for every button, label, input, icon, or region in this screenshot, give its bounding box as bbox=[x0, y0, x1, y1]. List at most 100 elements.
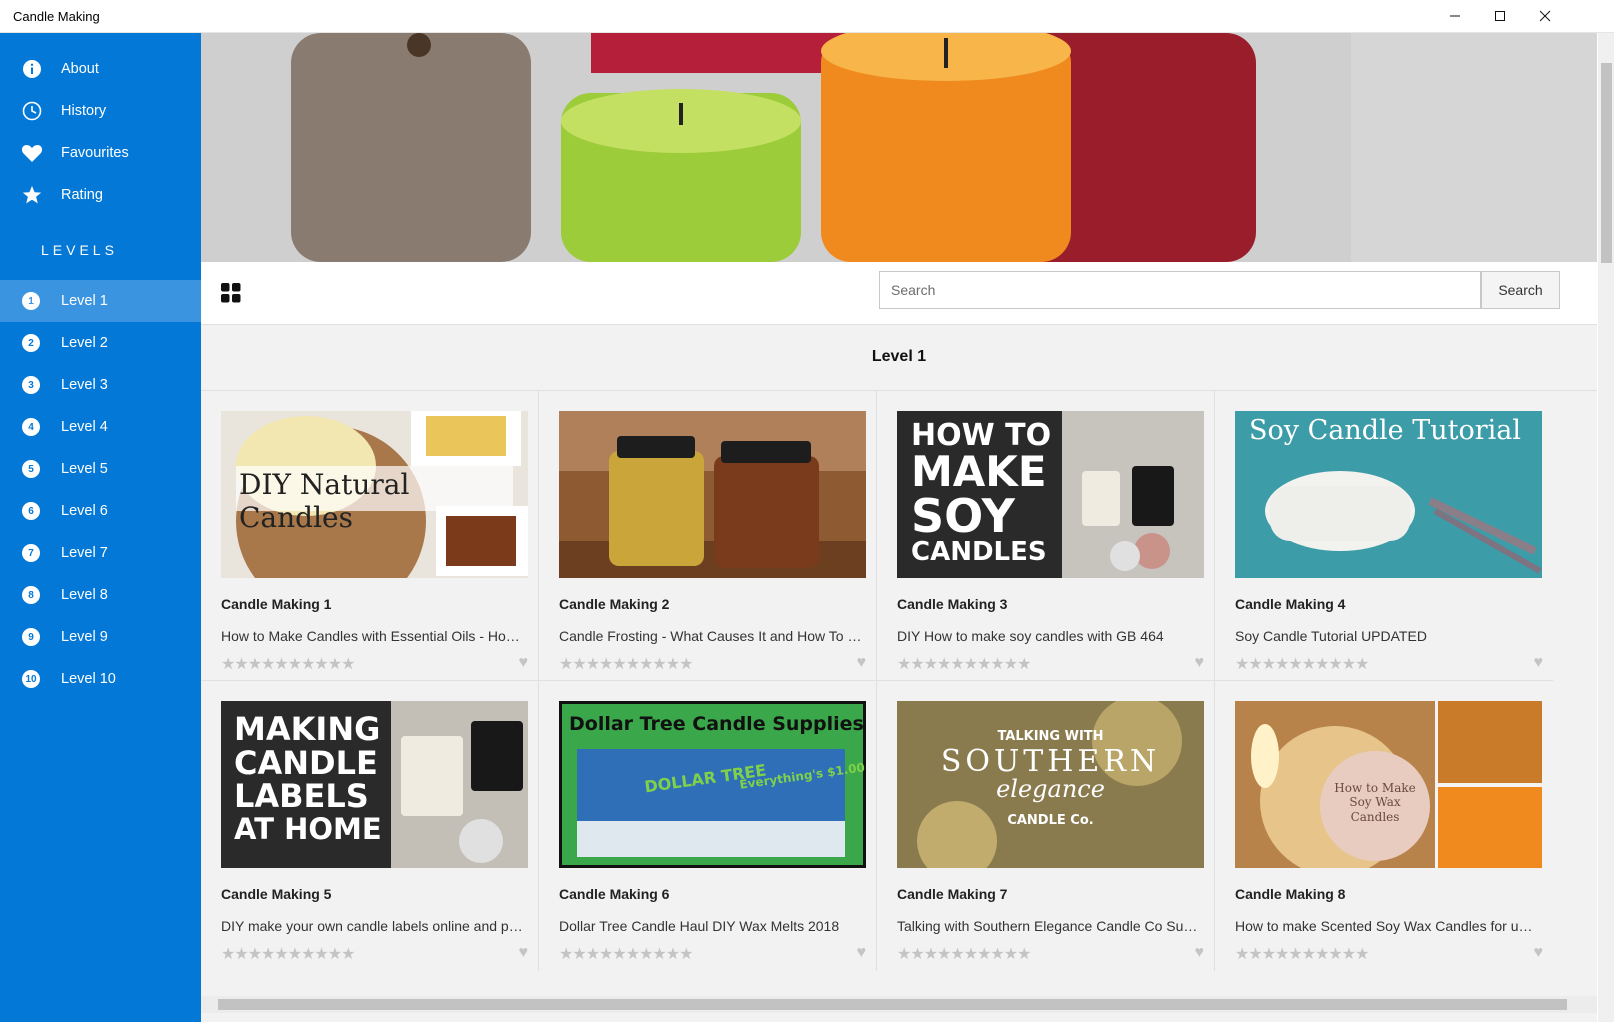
video-thumbnail[interactable]: DIY Natural Candles bbox=[221, 411, 528, 578]
video-card[interactable]: DIY Natural Candles Candle Making 1 How … bbox=[201, 391, 539, 681]
thumbnail-overlay-text: Soy Candle Tutorial bbox=[1249, 415, 1521, 446]
level-number-badge: 2 bbox=[22, 334, 40, 352]
level-number-badge: 3 bbox=[22, 376, 40, 394]
sidebar-item-level-6[interactable]: 6 Level 6 bbox=[0, 490, 201, 532]
level-label: Level 7 bbox=[61, 545, 108, 561]
sidebar-item-level-4[interactable]: 4 Level 4 bbox=[0, 406, 201, 448]
thumbnail-overlay-text: MAKING CANDLE LABELS AT HOME bbox=[234, 710, 382, 846]
thumbnail-overlay-text: HOW TO MAKE SOY CANDLES bbox=[911, 418, 1052, 567]
level-label: Level 2 bbox=[61, 335, 108, 351]
heart-icon bbox=[21, 142, 43, 164]
sidebar-item-level-8[interactable]: 8 Level 8 bbox=[0, 574, 201, 616]
star-rating[interactable]: ★★★★★★★★★★ bbox=[221, 944, 355, 964]
sidebar-item-level-10[interactable]: 10 Level 10 bbox=[0, 658, 201, 700]
video-thumbnail[interactable]: How to Make Soy Wax Candles bbox=[1235, 701, 1542, 868]
level-label: Level 1 bbox=[61, 293, 108, 309]
video-card[interactable]: Soy Candle Tutorial Candle Making 4 Soy … bbox=[1215, 391, 1553, 681]
sidebar-item-label: Favourites bbox=[61, 145, 129, 161]
sidebar-item-label: About bbox=[61, 61, 99, 77]
search-button[interactable]: Search bbox=[1481, 271, 1560, 309]
maximize-button[interactable] bbox=[1477, 0, 1523, 32]
star-rating[interactable]: ★★★★★★★★★★ bbox=[897, 944, 1031, 964]
video-thumbnail[interactable]: Dollar Tree Candle Supplies DOLLAR TREE … bbox=[559, 701, 866, 868]
info-icon bbox=[21, 58, 43, 80]
card-description: Talking with Southern Elegance Candle Co… bbox=[897, 918, 1202, 934]
level-label: Level 10 bbox=[61, 671, 116, 687]
star-rating[interactable]: ★★★★★★★★★★ bbox=[559, 944, 693, 964]
card-description: How to Make Candles with Essential Oils … bbox=[221, 628, 526, 644]
search-input[interactable] bbox=[879, 271, 1481, 309]
sidebar: About History Favourites Rating LEVELS 1… bbox=[0, 33, 201, 1022]
sidebar-item-about[interactable]: About bbox=[0, 48, 201, 90]
sidebar-item-favourites[interactable]: Favourites bbox=[0, 132, 201, 174]
card-description: Dollar Tree Candle Haul DIY Wax Melts 20… bbox=[559, 918, 840, 934]
section-title: Level 1 bbox=[871, 348, 927, 365]
maximize-icon bbox=[1495, 11, 1505, 21]
level-number-badge: 8 bbox=[22, 586, 40, 604]
hero-banner-image bbox=[201, 33, 1597, 262]
card-title: Candle Making 7 bbox=[897, 886, 1008, 902]
favourite-heart-icon[interactable]: ♥ bbox=[519, 654, 529, 672]
level-label: Level 6 bbox=[61, 503, 108, 519]
star-rating[interactable]: ★★★★★★★★★★ bbox=[221, 654, 355, 674]
favourite-heart-icon[interactable]: ♥ bbox=[857, 654, 867, 672]
favourite-heart-icon[interactable]: ♥ bbox=[1195, 654, 1205, 672]
close-icon bbox=[1539, 10, 1551, 22]
star-rating[interactable]: ★★★★★★★★★★ bbox=[897, 654, 1031, 674]
favourite-heart-icon[interactable]: ♥ bbox=[1534, 654, 1544, 672]
video-card[interactable]: TALKING WITH SOUTHERN elegance CANDLE Co… bbox=[877, 681, 1215, 971]
video-card[interactable]: How to Make Soy Wax Candles Candle Makin… bbox=[1215, 681, 1553, 971]
video-card[interactable]: MAKING CANDLE LABELS AT HOME Candle Maki… bbox=[201, 681, 539, 971]
close-button[interactable] bbox=[1522, 0, 1568, 32]
sidebar-item-level-2[interactable]: 2 Level 2 bbox=[0, 322, 201, 364]
level-label: Level 8 bbox=[61, 587, 108, 603]
horizontal-scrollbar[interactable] bbox=[201, 996, 1597, 1013]
video-card[interactable]: Dollar Tree Candle Supplies DOLLAR TREE … bbox=[539, 681, 877, 971]
card-title: Candle Making 4 bbox=[1235, 596, 1346, 612]
video-card[interactable]: HOW TO MAKE SOY CANDLES Candle Making 3 … bbox=[877, 391, 1215, 681]
video-thumbnail[interactable]: HOW TO MAKE SOY CANDLES bbox=[897, 411, 1204, 578]
star-rating[interactable]: ★★★★★★★★★★ bbox=[1235, 944, 1369, 964]
favourite-heart-icon[interactable]: ♥ bbox=[519, 944, 529, 962]
card-description: Candle Frosting - What Causes It and How… bbox=[559, 628, 864, 644]
level-number-badge: 10 bbox=[22, 670, 40, 688]
video-thumbnail[interactable]: TALKING WITH SOUTHERN elegance CANDLE Co… bbox=[897, 701, 1204, 868]
video-card-grid: DIY Natural Candles Candle Making 1 How … bbox=[201, 390, 1597, 997]
sidebar-item-label: Rating bbox=[61, 187, 103, 203]
video-card[interactable]: Candle Making 2 Candle Frosting - What C… bbox=[539, 391, 877, 681]
star-rating[interactable]: ★★★★★★★★★★ bbox=[559, 654, 693, 674]
sidebar-item-history[interactable]: History bbox=[0, 90, 201, 132]
video-thumbnail[interactable] bbox=[559, 411, 866, 578]
sidebar-item-level-5[interactable]: 5 Level 5 bbox=[0, 448, 201, 490]
app-title: Candle Making bbox=[13, 9, 100, 24]
vertical-scrollbar[interactable] bbox=[1598, 33, 1614, 1022]
favourite-heart-icon[interactable]: ♥ bbox=[1195, 944, 1205, 962]
favourite-heart-icon[interactable]: ♥ bbox=[1534, 944, 1544, 962]
card-description: DIY make your own candle labels online a… bbox=[221, 918, 526, 934]
video-thumbnail[interactable]: Soy Candle Tutorial bbox=[1235, 411, 1542, 578]
sidebar-item-level-1[interactable]: 1 Level 1 bbox=[0, 280, 201, 322]
sidebar-item-level-3[interactable]: 3 Level 3 bbox=[0, 364, 201, 406]
scrollbar-thumb[interactable] bbox=[1601, 63, 1612, 263]
minimize-button[interactable] bbox=[1432, 0, 1478, 32]
level-number-badge: 6 bbox=[22, 502, 40, 520]
card-title: Candle Making 1 bbox=[221, 596, 332, 612]
sidebar-item-rating[interactable]: Rating bbox=[0, 174, 201, 216]
star-rating[interactable]: ★★★★★★★★★★ bbox=[1235, 654, 1369, 674]
level-label: Level 5 bbox=[61, 461, 108, 477]
card-title: Candle Making 2 bbox=[559, 596, 670, 612]
sidebar-item-level-9[interactable]: 9 Level 9 bbox=[0, 616, 201, 658]
sidebar-item-level-7[interactable]: 7 Level 7 bbox=[0, 532, 201, 574]
level-number-badge: 5 bbox=[22, 460, 40, 478]
favourite-heart-icon[interactable]: ♥ bbox=[857, 944, 867, 962]
scrollbar-thumb[interactable] bbox=[218, 999, 1567, 1010]
card-description: DIY How to make soy candles with GB 464 bbox=[897, 628, 1164, 644]
video-thumbnail[interactable]: MAKING CANDLE LABELS AT HOME bbox=[221, 701, 528, 868]
card-title: Candle Making 8 bbox=[1235, 886, 1346, 902]
level-number-badge: 7 bbox=[22, 544, 40, 562]
main-content: Search Level 1 DIY Natural Candles Candl… bbox=[201, 33, 1597, 1022]
card-description: How to make Scented Soy Wax Candles for … bbox=[1235, 918, 1540, 934]
level-number-badge: 9 bbox=[22, 628, 40, 646]
level-label: Level 4 bbox=[61, 419, 108, 435]
grid-view-icon[interactable] bbox=[221, 283, 241, 303]
